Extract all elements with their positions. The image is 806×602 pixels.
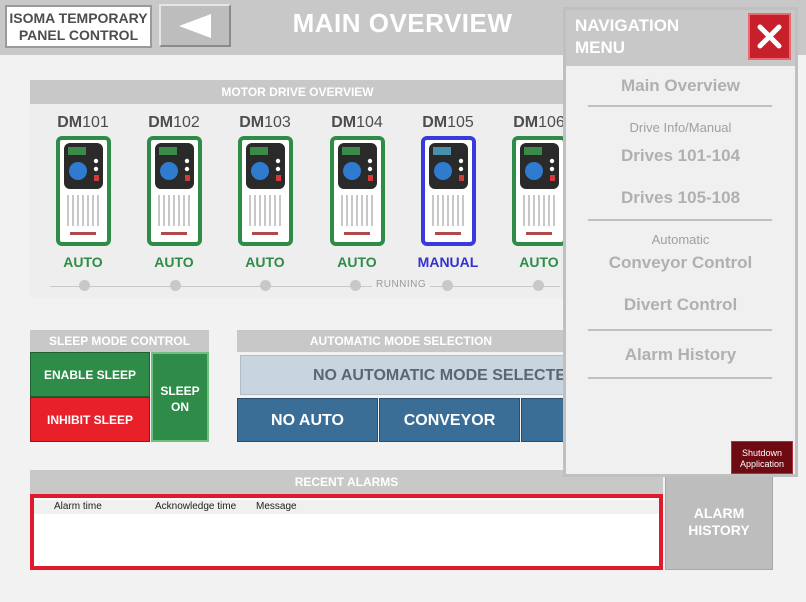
alarm-history-line-2: HISTORY: [688, 522, 750, 538]
drive-tile[interactable]: DM103 AUTO: [223, 104, 307, 298]
nav-divert-control[interactable]: Divert Control: [566, 295, 795, 315]
running-label: RUNNING: [372, 279, 431, 290]
drive-mode-label: AUTO: [245, 254, 285, 270]
motor-drive-overview-panel: DM101 AUTO DM102 AUTO DM103 AUTO DM104 AUTO DM10…: [30, 104, 567, 298]
mode-button-3[interactable]: [521, 398, 565, 442]
drive-mode-label: MANUAL: [417, 254, 479, 270]
drive-unit-icon: [147, 136, 202, 246]
shutdown-line-2: Application: [739, 459, 785, 469]
sleep-status-indicator: SLEEP ON: [151, 352, 209, 442]
running-dot: [260, 280, 271, 291]
enable-sleep-button[interactable]: ENABLE SLEEP: [30, 352, 150, 397]
drive-prefix: DM: [513, 114, 539, 131]
column-alarm-time: Alarm time: [54, 501, 102, 512]
nav-drive-info-caption: Drive Info/Manual: [629, 120, 732, 135]
alarms-column-headers: Alarm time Acknowledge time Message: [34, 500, 659, 514]
drive-number: 102: [173, 114, 200, 131]
drive-prefix: DM: [57, 114, 83, 131]
nav-separator: [588, 219, 772, 221]
nav-automatic-caption: Automatic: [651, 232, 710, 247]
alarm-history-button[interactable]: ALARM HISTORY: [665, 470, 773, 570]
running-dot: [533, 280, 544, 291]
navigation-menu: NAVIGATION MENU Main Overview Drive Info…: [563, 7, 798, 477]
back-arrow-icon: [179, 14, 211, 38]
drive-name: DM105: [406, 114, 490, 132]
drive-unit-icon: [238, 136, 293, 246]
drive-prefix: DM: [422, 114, 448, 131]
drive-prefix: DM: [239, 114, 265, 131]
drive-number: 101: [82, 114, 109, 131]
close-icon: [757, 24, 782, 49]
nav-separator: [588, 105, 772, 107]
shutdown-application-button[interactable]: Shutdown Application: [731, 441, 793, 474]
drive-unit-icon: [330, 136, 385, 246]
no-auto-button[interactable]: NO AUTO: [237, 398, 378, 442]
app-logo: ISOMA TEMPORARY PANEL CONTROL: [5, 5, 152, 48]
nav-alarm-history[interactable]: Alarm History: [566, 345, 795, 365]
drive-mode-label: AUTO: [63, 254, 103, 270]
running-dot: [442, 280, 453, 291]
nav-main-overview[interactable]: Main Overview: [566, 76, 795, 96]
motor-drive-overview-header: MOTOR DRIVE OVERVIEW: [30, 80, 565, 104]
automatic-mode-status: NO AUTOMATIC MODE SELECTED: [240, 355, 565, 395]
close-menu-button[interactable]: [748, 13, 791, 60]
running-indicator-line: [50, 286, 560, 287]
drive-mode-label: AUTO: [337, 254, 377, 270]
running-dot: [79, 280, 90, 291]
sleep-mode-control-header: SLEEP MODE CONTROL: [30, 330, 209, 352]
column-message: Message: [256, 501, 297, 512]
drive-name: DM104: [315, 114, 399, 132]
drive-unit-icon: [56, 136, 111, 246]
drive-unit-icon: [421, 136, 476, 246]
column-acknowledge-time: Acknowledge time: [155, 501, 237, 512]
conveyor-button[interactable]: CONVEYOR: [379, 398, 520, 442]
drive-tile[interactable]: DM104 AUTO: [315, 104, 399, 298]
sleep-status-line-1: SLEEP: [160, 384, 200, 398]
drive-tile[interactable]: DM102 AUTO: [132, 104, 216, 298]
back-button[interactable]: [159, 4, 231, 47]
drive-name: DM101: [41, 114, 125, 132]
logo-line-1: ISOMA TEMPORARY: [9, 10, 148, 26]
inhibit-sleep-button[interactable]: INHIBIT SLEEP: [30, 397, 150, 442]
nav-title-line-2: MENU: [575, 38, 626, 57]
drive-tile[interactable]: DM105 MANUAL: [406, 104, 490, 298]
alarm-history-line-1: ALARM: [693, 505, 745, 521]
automatic-mode-selection-header: AUTOMATIC MODE SELECTION: [237, 330, 565, 352]
drive-number: 103: [264, 114, 291, 131]
nav-drives-101-104[interactable]: Drives 101-104: [566, 146, 795, 166]
logo-line-2: PANEL CONTROL: [18, 27, 139, 43]
drive-unit-icon: [512, 136, 567, 246]
recent-alarms-table[interactable]: Alarm time Acknowledge time Message: [30, 494, 663, 570]
shutdown-line-1: Shutdown: [741, 448, 783, 458]
drive-name: DM103: [223, 114, 307, 132]
navigation-menu-title: NAVIGATION MENU: [575, 15, 679, 59]
nav-title-line-1: NAVIGATION: [575, 16, 680, 35]
drive-number: 104: [356, 114, 383, 131]
running-dot: [170, 280, 181, 291]
drive-tile[interactable]: DM101 AUTO: [41, 104, 125, 298]
drive-prefix: DM: [331, 114, 357, 131]
nav-separator: [588, 377, 772, 379]
drive-number: 106: [538, 114, 565, 131]
drive-number: 105: [447, 114, 474, 131]
page-title: MAIN OVERVIEW: [292, 8, 513, 38]
nav-drives-105-108[interactable]: Drives 105-108: [566, 188, 795, 208]
drive-name: DM102: [132, 114, 216, 132]
drive-prefix: DM: [148, 114, 174, 131]
drive-mode-label: AUTO: [154, 254, 194, 270]
nav-conveyor-control[interactable]: Conveyor Control: [566, 253, 795, 273]
nav-separator: [588, 329, 772, 331]
running-dot: [350, 280, 361, 291]
sleep-status-line-2: ON: [171, 400, 189, 414]
